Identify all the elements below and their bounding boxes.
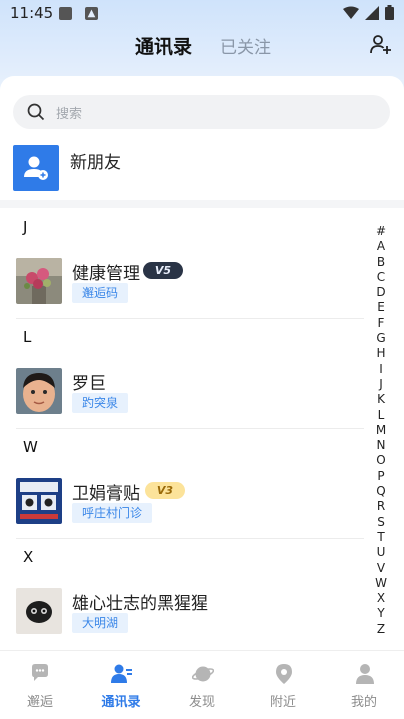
index-letter[interactable]: V [372,561,390,576]
tab-contacts[interactable]: 通讯录 [135,32,192,59]
contact-row[interactable]: 健康管理 V5 邂逅码 [0,258,368,322]
contact-tag: 趵突泉 [72,393,129,413]
search-input[interactable]: 搜索 [13,95,390,129]
index-letter[interactable]: F [372,316,390,331]
row-divider [16,318,364,319]
section-letter-x: X [23,548,34,566]
tab-followed[interactable]: 已关注 [220,33,271,58]
contact-row[interactable]: 罗巨 趵突泉 [0,368,368,432]
index-letter[interactable]: K [372,392,390,407]
contacts-icon [111,664,132,683]
index-letter[interactable]: Z [372,622,390,637]
new-friend-icon [13,145,59,191]
planet-icon [192,666,214,682]
index-letter[interactable]: H [372,346,390,361]
location-icon [276,664,292,684]
nav-encounter[interactable]: 邂逅 [0,651,80,719]
nav-label: 邂逅 [26,695,53,710]
index-letter[interactable]: S [372,515,390,530]
contacts-card: 搜索 新朋友 [0,76,404,646]
index-letter[interactable]: A [372,239,390,254]
nav-label: 发现 [188,695,215,710]
index-letter[interactable]: M [372,423,390,438]
nav-discover[interactable]: 发现 [162,651,242,719]
contact-tag: 大明湖 [72,613,129,633]
contact-row[interactable]: 雄心壮志的黑猩猩 大明湖 [0,588,368,652]
new-friend-label: 新朋友 [70,153,121,173]
signal-icon [365,5,379,20]
section-letter-l: L [23,328,32,346]
search-icon [27,103,45,121]
header: 通讯录 已关注 [0,28,404,76]
avatar-product [16,478,62,524]
nav-contacts[interactable]: 通讯录 [81,651,161,719]
index-letter[interactable]: O [372,453,390,468]
index-letter[interactable]: Y [372,606,390,621]
bottom-nav: 邂逅 通讯录 发现 附近 我的 [0,650,404,719]
new-friend-entry[interactable]: 新朋友 [13,145,390,191]
nav-label: 我的 [350,695,377,710]
index-letter[interactable]: E [372,300,390,315]
contact-row[interactable]: 卫娟膏贴 V3 呼庄村门诊 [0,478,368,542]
nav-profile[interactable]: 我的 [324,651,404,719]
index-letter[interactable]: R [372,499,390,514]
index-letter[interactable]: # [372,224,390,239]
index-letter[interactable]: U [372,545,390,560]
chat-icon [32,664,48,681]
avatar-cat [16,588,62,634]
nav-label: 通讯录 [101,695,141,710]
contact-tag: 呼庄村门诊 [72,503,153,523]
avatar-boy [16,368,62,414]
section-letter-j: J [23,218,28,236]
index-letter[interactable]: I [372,362,390,377]
nav-label: 附近 [269,695,296,710]
index-letter[interactable]: X [372,591,390,606]
index-letter[interactable]: B [372,255,390,270]
vip-level-badge: V5 [143,262,183,279]
index-letter[interactable]: N [372,438,390,453]
wifi-icon [343,6,359,19]
row-divider [16,538,364,539]
index-letter[interactable]: L [372,408,390,423]
index-letter[interactable]: W [372,576,390,591]
contact-name: 健康管理 [72,264,140,284]
row-divider [16,428,364,429]
profile-icon [356,664,374,684]
index-letter[interactable]: C [372,270,390,285]
index-letter[interactable]: J [372,377,390,392]
vip-level-badge: V3 [145,482,185,499]
add-user-icon[interactable] [370,34,392,56]
contact-name: 卫娟膏贴 [72,484,140,504]
section-letter-w: W [23,438,38,456]
index-letter[interactable]: P [372,469,390,484]
index-letter[interactable]: G [372,331,390,346]
battery-icon [385,5,394,20]
section-divider [0,200,404,208]
status-time: 11:45 [10,4,54,22]
status-bar: 11:45 ▲ [0,0,404,28]
index-letter[interactable]: T [372,530,390,545]
search-placeholder: 搜索 [56,107,83,122]
contact-tag: 邂逅码 [72,283,129,303]
nav-nearby[interactable]: 附近 [243,651,323,719]
contact-name: 雄心壮志的黑猩猩 [72,594,208,614]
index-letter[interactable]: Q [372,484,390,499]
index-letter[interactable]: D [372,285,390,300]
contact-name: 罗巨 [72,374,106,394]
gallery-icon [59,7,72,20]
alphabet-index-bar[interactable]: # A B C D E F G H I J K L M N O P Q R S T U V W X Y Z [372,224,390,637]
avatar-flowers [16,258,62,304]
app-notification-icon: ▲ [85,7,98,20]
